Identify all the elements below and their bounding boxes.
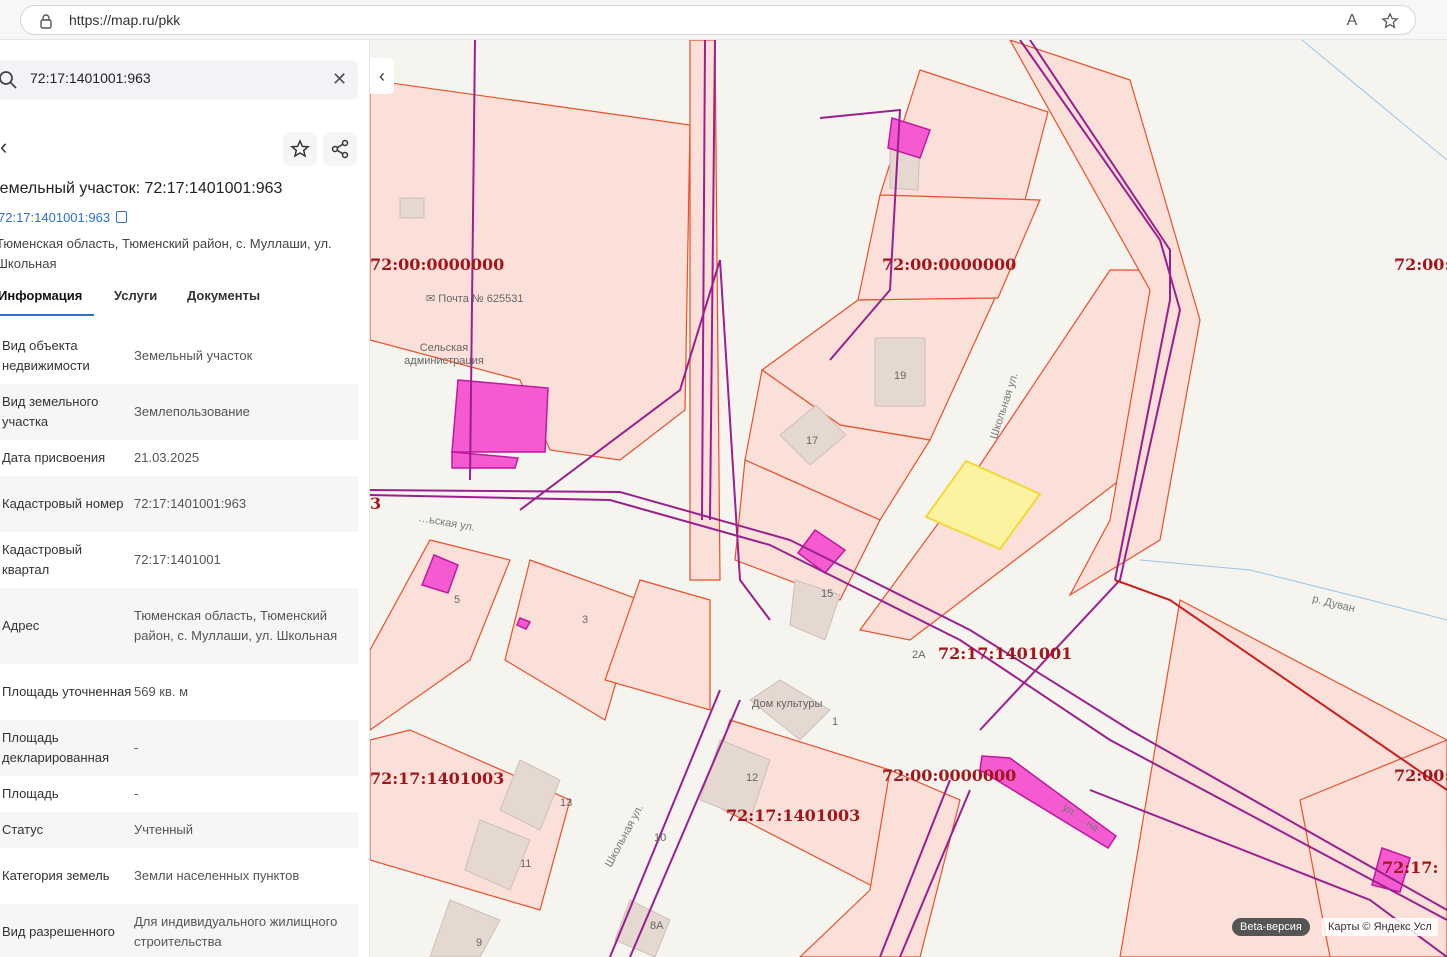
house-number: 8А [650, 920, 664, 932]
quarter-label: 72:00:0000000 [882, 255, 1017, 274]
star-icon [290, 139, 310, 158]
clear-search-icon[interactable]: ✕ [332, 70, 347, 88]
browser-toolbar: https://map.ru/pkk A [0, 0, 1447, 40]
row-key: Кадастровый квартал [2, 542, 83, 577]
table-row: Кадастровый квартал 72:17:1401001 [0, 532, 358, 588]
house-number: 12 [746, 772, 759, 784]
favorite-button[interactable] [283, 132, 317, 166]
object-info-panel: ✕ ‹ Земельный участок: 72:17:1401001:963… [0, 40, 370, 957]
object-code-link[interactable]: 72:17:1401001:963 [0, 210, 128, 225]
table-row: Площадь - [0, 776, 358, 812]
house-number: 10 [654, 832, 667, 844]
info-table: Вид объекта недвижимости Земельный участо… [0, 328, 358, 957]
mail-icon: ✉ [426, 293, 436, 305]
post-office-label[interactable]: ✉ Почта № 625531 [426, 292, 523, 305]
row-key: Дата присвоения [2, 450, 106, 465]
table-row: Вид объекта недвижимости Земельный участо… [0, 328, 358, 384]
active-tab-indicator [0, 314, 94, 316]
back-chevron-icon[interactable]: ‹ [0, 132, 26, 164]
object-title: Земельный участок: 72:17:1401001:963 [0, 180, 283, 197]
quarter-label: 72:00: [1394, 255, 1447, 274]
house-number: 11 [520, 858, 532, 870]
house-number: 1 [832, 716, 839, 728]
row-key: Адрес [2, 618, 40, 633]
culture-house-label[interactable]: Дом культуры [752, 698, 822, 710]
house-number: 17 [806, 435, 819, 447]
house-number: 15 [821, 588, 834, 600]
row-key: Площадь декларированная [2, 730, 110, 765]
house-number: 3 [582, 614, 589, 626]
map-attribution[interactable]: Карты © Яндекс Усл [1322, 918, 1438, 936]
object-address: Тюменская область, Тюменский район, с. М… [0, 236, 332, 271]
quarter-label: 72:00: [1394, 766, 1447, 785]
row-value: 72:17:1401001 [134, 552, 221, 567]
cadastral-map[interactable]: 72:00:0000000 72:00:0000000 72:00: 72:17… [370, 40, 1447, 957]
table-row: Кадастровый номер 72:17:1401001:963 [0, 476, 358, 532]
row-key: Вид объекта недвижимости [2, 338, 90, 373]
row-key: Площадь уточненная [2, 684, 132, 699]
house-number: 13 [560, 797, 573, 809]
row-key: Площадь [2, 786, 59, 801]
collapse-panel-button[interactable]: ‹ [370, 58, 394, 94]
quarter-label: 72:17:1401001 [938, 644, 1073, 663]
quarter-label: 72:17:1401003 [370, 769, 505, 788]
quarter-label: 72:17: [1382, 858, 1439, 877]
row-key: Категория земель [2, 868, 110, 883]
tab-info[interactable]: Информация [0, 288, 82, 303]
row-value: Для индивидуального жилищного строительс… [134, 914, 338, 949]
table-row: Площадь уточненная 569 кв. м [0, 664, 358, 720]
copy-icon[interactable] [116, 211, 128, 223]
building-footprint [451, 379, 549, 453]
row-value: 569 кв. м [134, 684, 189, 699]
share-button[interactable] [323, 132, 357, 166]
row-key: Вид разрешенного [2, 924, 115, 939]
row-value: - [134, 786, 139, 801]
row-value: - [134, 740, 139, 755]
row-value: Земельный участок [134, 348, 253, 363]
quarter-label: 72:00:0000000 [370, 255, 505, 274]
search-input[interactable] [30, 70, 320, 86]
table-row: Категория земель Земли населенных пунктов [0, 848, 358, 904]
table-row: Статус Учтенный [0, 812, 358, 848]
row-key: Кадастровый номер [2, 496, 124, 511]
lock-icon [40, 14, 52, 29]
url-text: https://map.ru/pkk [69, 12, 181, 28]
row-key: Статус [2, 822, 44, 837]
table-row: Вид разрешенного Для индивидуального жили… [0, 904, 358, 957]
address-bar[interactable]: https://map.ru/pkk A [20, 5, 1416, 35]
favorite-star-icon[interactable] [1381, 12, 1399, 30]
house-number: 5 [454, 594, 461, 606]
tab-bar: Информация Услуги Документы [0, 286, 360, 316]
search-box[interactable]: ✕ [0, 60, 358, 100]
share-icon [331, 139, 349, 159]
search-icon [0, 71, 17, 89]
quarter-label: 72:00:0000000 [882, 766, 1017, 785]
read-aloud-icon[interactable]: A [1343, 12, 1361, 30]
table-row: Адрес Тюменская область, Тюменский район,… [0, 588, 358, 664]
quarter-label: 72:17:1401003 [726, 806, 861, 825]
house-number: 9 [476, 937, 483, 949]
table-row: Вид земельного участка Землепользование [0, 384, 358, 440]
poi-text: Почта № 625531 [438, 293, 524, 305]
administration-label[interactable]: Сельская администрация [400, 342, 488, 368]
tab-services[interactable]: Услуги [114, 288, 157, 303]
map-canvas[interactable] [370, 40, 1447, 957]
table-row: Площадь декларированная - [0, 720, 358, 776]
beta-badge: Beta-версия [1232, 918, 1310, 936]
row-value: Земли населенных пунктов [134, 868, 300, 883]
object-code-text: 72:17:1401001:963 [0, 210, 111, 225]
row-value: Тюменская область, Тюменский район, с. М… [134, 608, 338, 643]
row-value: 72:17:1401001:963 [134, 496, 247, 511]
row-value: Учтенный [134, 822, 194, 837]
table-row: Дата присвоения 21.03.2025 [0, 440, 358, 476]
house-number: 19 [894, 370, 907, 382]
house-number: 2А [912, 649, 926, 661]
row-value: Землепользование [134, 404, 250, 419]
quarter-label: 3 [370, 494, 382, 513]
tab-documents[interactable]: Документы [187, 288, 260, 303]
building [399, 197, 425, 219]
row-value: 21.03.2025 [134, 450, 200, 465]
row-key: Вид земельного участка [2, 394, 99, 429]
